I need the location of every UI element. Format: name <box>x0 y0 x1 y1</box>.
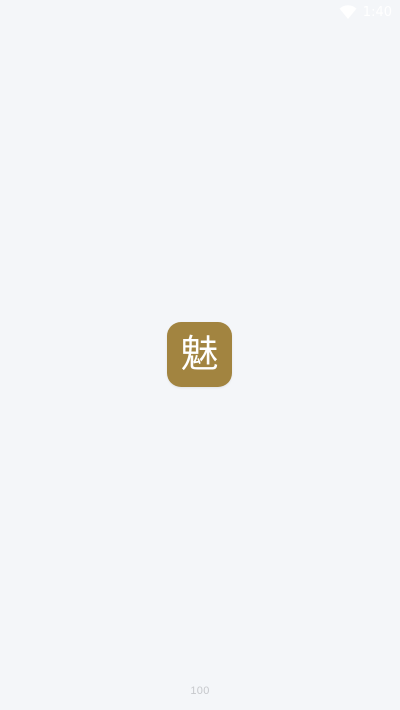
status-bar: 1:40 <box>0 0 400 26</box>
status-right: 1:40 <box>339 4 392 20</box>
status-time: 1:40 <box>362 4 392 20</box>
bottom-counter: 100 <box>190 685 210 697</box>
app-logo-icon: 魅 <box>167 322 232 387</box>
splash-screen: 1:40 魅 100 <box>0 0 400 710</box>
app-logo-text: 魅 <box>180 331 219 376</box>
wifi-icon <box>339 4 357 20</box>
